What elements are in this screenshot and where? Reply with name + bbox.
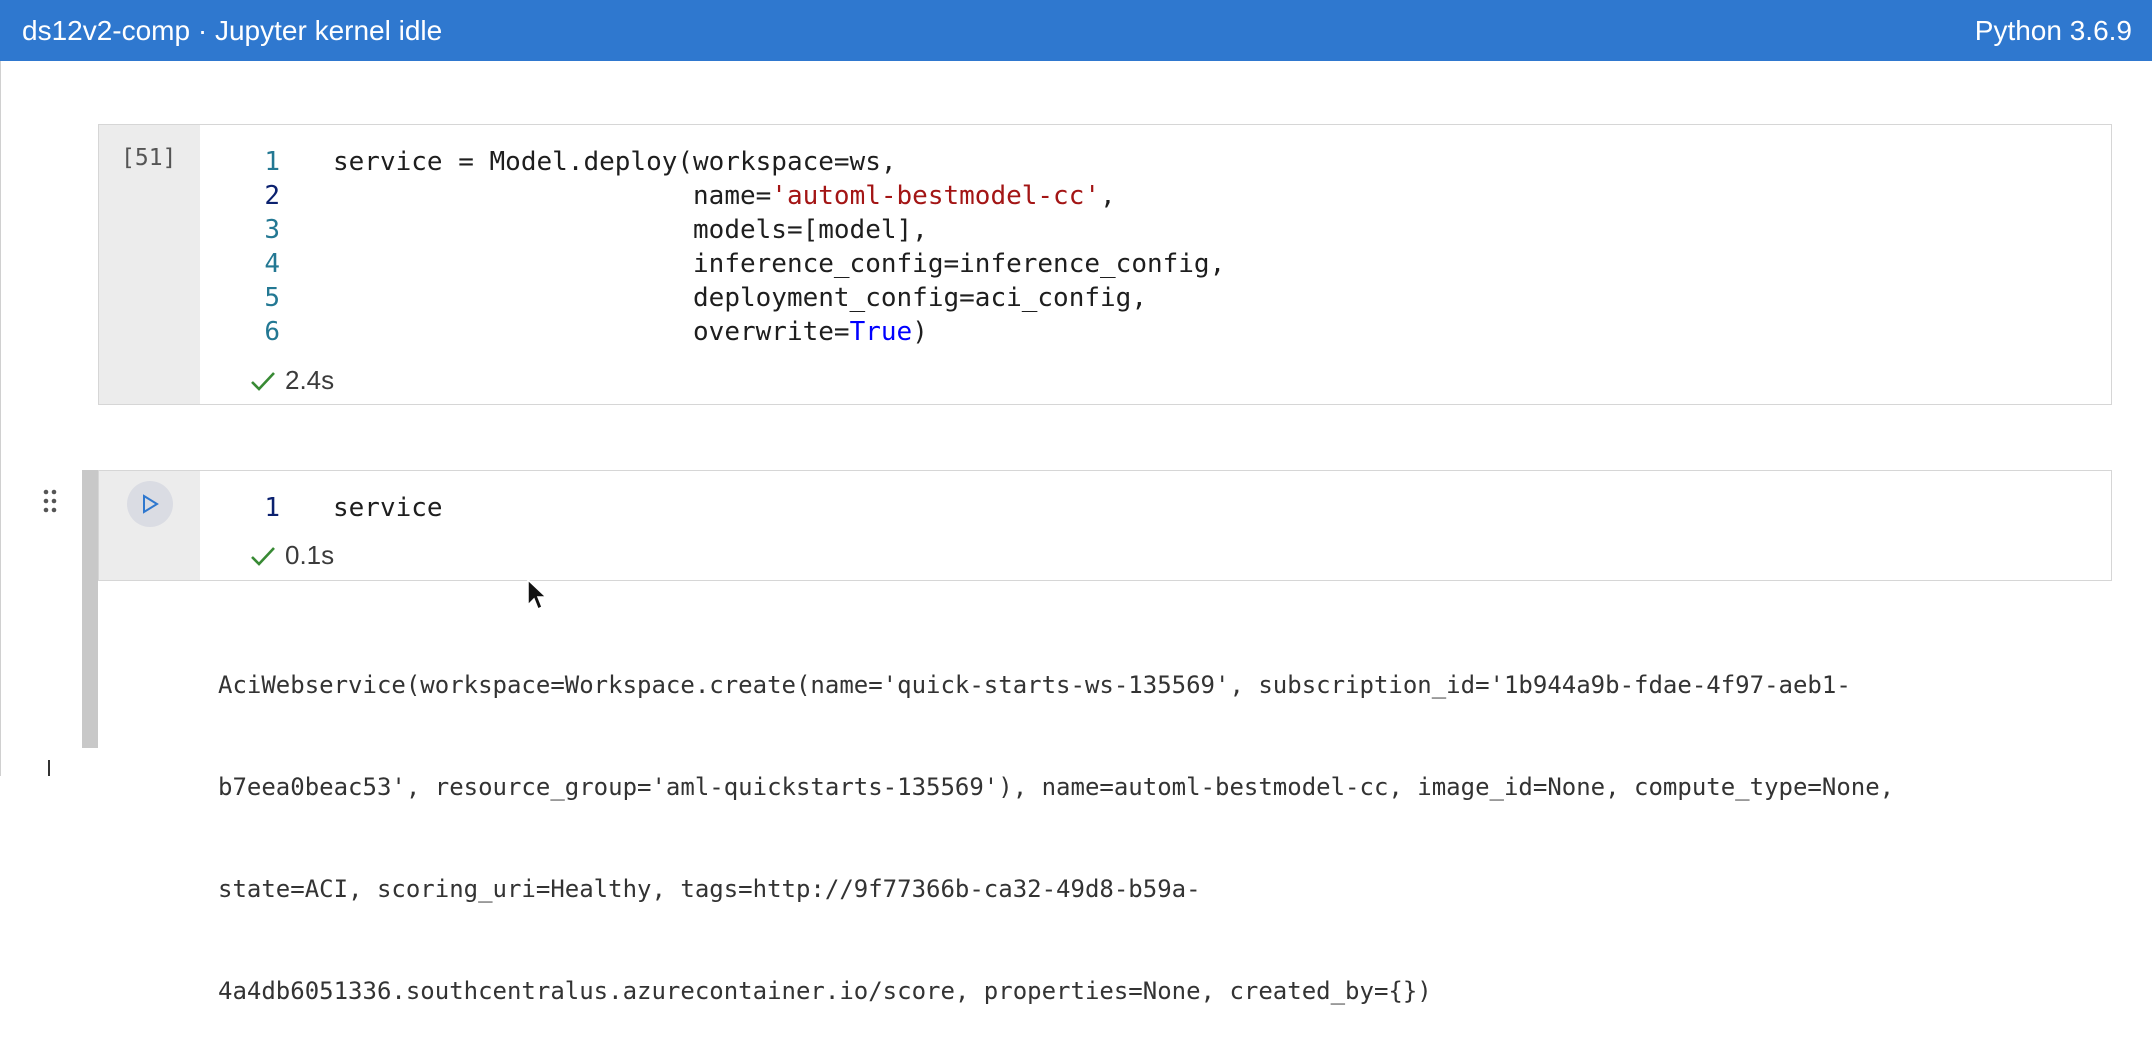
execution-count: [51] bbox=[121, 145, 177, 171]
code-line: 2 name='automl-bestmodel-cc', bbox=[200, 179, 2111, 213]
string-literal: 'automl-bestmodel-cc' bbox=[771, 181, 1101, 211]
code-text: deployment_config=aci_config, bbox=[333, 283, 1147, 313]
execution-duration: 2.4s bbox=[285, 365, 335, 395]
check-icon bbox=[251, 371, 275, 391]
line-number: 2 bbox=[264, 181, 280, 211]
output-line: 4a4db6051336.southcentralus.azurecontain… bbox=[218, 977, 1432, 1005]
code-token: , bbox=[1100, 181, 1116, 211]
execution-duration: 0.1s bbox=[285, 540, 335, 570]
code-line: 1 service = Model.deploy(workspace=ws, bbox=[200, 145, 2111, 179]
run-cell-button[interactable] bbox=[127, 481, 173, 527]
left-edge-divider bbox=[0, 61, 1, 776]
run-icon bbox=[143, 494, 159, 514]
cell-output[interactable]: AciWebservice(workspace=Workspace.create… bbox=[218, 600, 2098, 1042]
code-text: overwrite=True) bbox=[280, 315, 928, 349]
code-text: service bbox=[333, 493, 443, 523]
code-text: models=[model], bbox=[333, 215, 928, 245]
text-caret bbox=[48, 760, 50, 776]
code-token: name= bbox=[333, 181, 772, 211]
line-number: 1 bbox=[264, 147, 280, 177]
keyword-literal: True bbox=[849, 317, 913, 347]
code-cell-deploy[interactable]: [51] 1 service = Model.deploy(workspace=w… bbox=[98, 124, 2112, 405]
line-number: 6 bbox=[264, 317, 280, 347]
cell-selection-bar bbox=[82, 470, 98, 748]
code-token: overwrite= bbox=[333, 317, 850, 347]
line-number: 1 bbox=[264, 493, 280, 523]
code-editor[interactable]: 1 service = Model.deploy(workspace=ws, 2 … bbox=[200, 145, 2111, 349]
output-line: b7eea0beac53', resource_group='aml-quick… bbox=[218, 773, 1895, 801]
drag-handle-icon[interactable] bbox=[42, 488, 58, 519]
kernel-status[interactable]: ds12v2-comp · Jupyter kernel idle bbox=[22, 15, 442, 47]
line-number: 4 bbox=[264, 249, 280, 279]
code-editor[interactable]: 1 service bbox=[200, 491, 2111, 525]
execution-status: 0.1s bbox=[249, 540, 334, 571]
python-version[interactable]: Python 3.6.9 bbox=[1975, 15, 2132, 47]
cell-gutter: [51] bbox=[99, 125, 200, 404]
code-line: 6 overwrite=True) bbox=[200, 315, 2111, 349]
line-number: 3 bbox=[264, 215, 280, 245]
check-icon bbox=[251, 546, 275, 566]
kernel-status-bar: ds12v2-comp · Jupyter kernel idle Python… bbox=[0, 0, 2152, 61]
code-line: 5 deployment_config=aci_config, bbox=[200, 281, 2111, 315]
code-text: service = Model.deploy(workspace=ws, bbox=[333, 147, 897, 177]
execution-status: 2.4s bbox=[249, 365, 334, 396]
code-text: inference_config=inference_config, bbox=[333, 249, 1226, 279]
line-number: 5 bbox=[264, 283, 280, 313]
code-line: 3 models=[model], bbox=[200, 213, 2111, 247]
mouse-cursor-icon bbox=[526, 578, 548, 617]
code-line: 1 service bbox=[200, 491, 2111, 525]
code-token: ) bbox=[912, 317, 928, 347]
cell-gutter bbox=[99, 471, 200, 580]
code-line: 4 inference_config=inference_config, bbox=[200, 247, 2111, 281]
output-line: state=ACI, scoring_uri=Healthy, tags=htt… bbox=[218, 875, 1201, 903]
code-cell-service[interactable]: 1 service 0.1s bbox=[98, 470, 2112, 581]
code-text: name='automl-bestmodel-cc', bbox=[280, 179, 1116, 213]
output-line: AciWebservice(workspace=Workspace.create… bbox=[218, 671, 1851, 699]
